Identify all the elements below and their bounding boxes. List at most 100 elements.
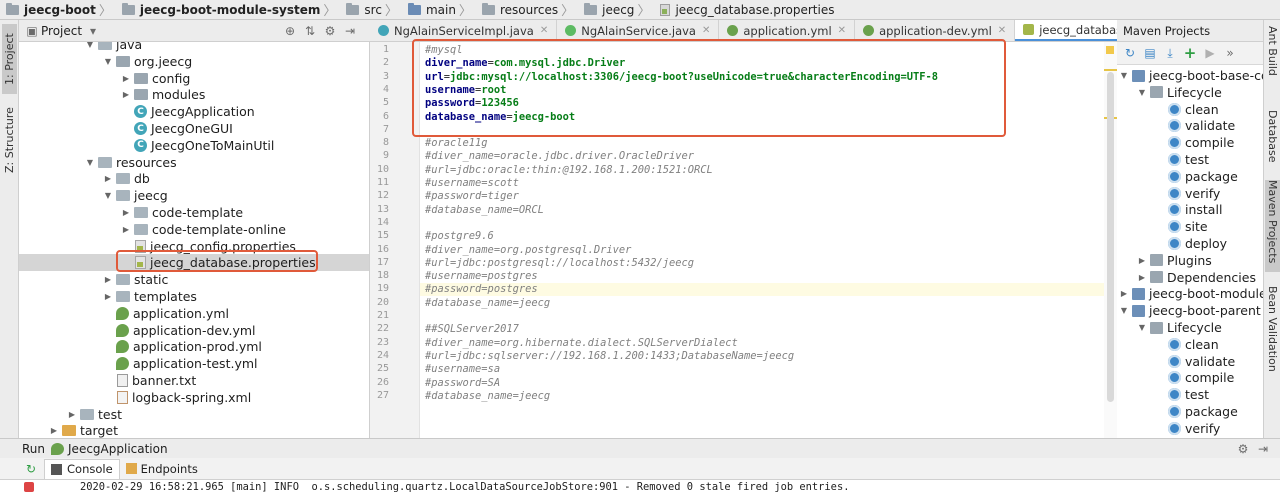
structure-tool-tab[interactable]: Z: Structure <box>2 100 17 180</box>
tree-item[interactable]: ▶ test <box>19 406 369 423</box>
maven-goal[interactable]: install <box>1117 201 1263 218</box>
tree-item[interactable]: ▼ org.jeecg <box>19 53 369 70</box>
maven-goal[interactable]: deploy <box>1117 235 1263 252</box>
project-tool-tab[interactable]: 1: Project <box>2 24 17 94</box>
generate-sources-icon[interactable]: ▤ <box>1143 46 1157 60</box>
close-icon[interactable]: ✕ <box>540 25 548 36</box>
close-icon[interactable]: ✕ <box>998 25 1006 36</box>
expanded-arrow-icon[interactable]: ▼ <box>85 158 95 167</box>
expanded-arrow-icon[interactable]: ▼ <box>1137 88 1147 97</box>
editor-tab[interactable]: NgAlainService.java ✕ <box>557 20 720 41</box>
collapsed-arrow-icon[interactable]: ▶ <box>49 426 59 435</box>
stop-icon[interactable] <box>24 482 34 492</box>
chevron-down-icon[interactable]: ▾ <box>86 24 100 38</box>
tree-item[interactable]: application-dev.yml <box>19 322 369 339</box>
maven-tree-item[interactable]: ▶ Dependencies <box>1117 269 1263 286</box>
refresh-icon[interactable]: ↻ <box>1123 46 1137 60</box>
breadcrumb-item[interactable]: jeecg-boot 〉 <box>0 0 116 19</box>
expanded-arrow-icon[interactable]: ▼ <box>1119 306 1129 315</box>
run-config-name[interactable]: JeecgApplication <box>68 442 168 456</box>
tab-endpoints[interactable]: Endpoints <box>120 459 204 479</box>
maven-goal[interactable]: validate <box>1117 353 1263 370</box>
maven-goal[interactable]: clean <box>1117 336 1263 353</box>
breadcrumb-item[interactable]: jeecg-boot-module-system 〉 <box>116 0 340 19</box>
tree-item[interactable]: ▶ modules <box>19 86 369 103</box>
breadcrumb-item[interactable]: jeecg 〉 <box>578 0 654 19</box>
tree-item[interactable]: C JeecgOneToMainUtil <box>19 137 369 154</box>
ant-build-tool-tab[interactable]: Ant Build <box>1265 26 1280 88</box>
collapse-all-icon[interactable]: ⇅ <box>303 24 317 38</box>
gear-icon[interactable]: ⚙ <box>323 24 337 38</box>
maven-goal[interactable]: site <box>1117 218 1263 235</box>
maven-tree-item[interactable]: ▶ jeecg-boot-module- <box>1117 285 1263 302</box>
maven-tree-item[interactable]: ▼ jeecg-boot-parent ( <box>1117 302 1263 319</box>
tree-item[interactable]: logback-spring.xml <box>19 389 369 406</box>
editor-tab[interactable]: jeecg_database.properties✕ <box>1015 20 1117 41</box>
collapsed-arrow-icon[interactable]: ▶ <box>103 275 113 284</box>
maven-goal[interactable]: compile <box>1117 134 1263 151</box>
add-icon[interactable]: + <box>1183 44 1197 62</box>
collapsed-arrow-icon[interactable]: ▶ <box>121 90 131 99</box>
breadcrumb-item[interactable]: resources 〉 <box>476 0 578 19</box>
breadcrumb-item[interactable]: jeecg_database.properties <box>654 0 838 19</box>
editor-tab[interactable]: application.yml ✕ <box>719 20 856 41</box>
tab-console[interactable]: Console <box>44 458 120 479</box>
expanded-arrow-icon[interactable]: ▼ <box>103 57 113 66</box>
console-output[interactable]: 2020-02-29 16:58:21.965 [main] INFO o.s.… <box>0 480 1280 494</box>
tree-item[interactable]: C JeecgOneGUI <box>19 120 369 137</box>
rerun-icon[interactable]: ↻ <box>24 462 38 476</box>
run-icon[interactable]: ▶ <box>1203 46 1217 60</box>
breadcrumb-item[interactable]: src 〉 <box>340 0 402 19</box>
collapsed-arrow-icon[interactable]: ▶ <box>121 74 131 83</box>
gear-icon[interactable]: ⚙ <box>1236 442 1250 456</box>
editor-scrollbar[interactable] <box>1104 42 1117 438</box>
maven-tree-item[interactable]: ▼ Lifecycle <box>1117 84 1263 101</box>
maven-goal[interactable]: package <box>1117 403 1263 420</box>
tree-item[interactable]: application-test.yml <box>19 355 369 372</box>
tree-item[interactable]: ▶ static <box>19 271 369 288</box>
download-icon[interactable]: ⤓ <box>1163 46 1177 60</box>
tree-item[interactable]: ▶ db <box>19 170 369 187</box>
expanded-arrow-icon[interactable]: ▼ <box>1137 323 1147 332</box>
breadcrumb-item[interactable]: main 〉 <box>402 0 476 19</box>
maven-tool-tab[interactable]: Maven Projects <box>1265 180 1280 272</box>
tree-item[interactable]: ▶ code-template <box>19 204 369 221</box>
maven-goal[interactable]: clean <box>1117 101 1263 118</box>
hide-icon[interactable]: ⇥ <box>1256 442 1270 456</box>
tree-item[interactable]: ▼ resources <box>19 154 369 171</box>
close-icon[interactable]: ✕ <box>838 25 846 36</box>
maven-tree-item[interactable]: ▶ Plugins <box>1117 252 1263 269</box>
collapsed-arrow-icon[interactable]: ▶ <box>1137 256 1147 265</box>
tree-item[interactable]: banner.txt <box>19 372 369 389</box>
more-icon[interactable]: » <box>1223 46 1237 60</box>
expanded-arrow-icon[interactable]: ▼ <box>85 42 95 49</box>
maven-goal[interactable]: verify <box>1117 420 1263 437</box>
tree-item[interactable]: application-prod.yml <box>19 338 369 355</box>
maven-tree-item[interactable]: ▼ Lifecycle <box>1117 319 1263 336</box>
editor-tab[interactable]: NgAlainServiceImpl.java ✕ <box>370 20 558 41</box>
maven-goal[interactable]: validate <box>1117 117 1263 134</box>
bean-validation-tool-tab[interactable]: Bean Validation <box>1265 286 1280 386</box>
target-icon[interactable]: ⊕ <box>283 24 297 38</box>
maven-tree-item[interactable]: ▼ jeecg-boot-base-co <box>1117 67 1263 84</box>
tree-item[interactable]: ▶ templates <box>19 288 369 305</box>
collapsed-arrow-icon[interactable]: ▶ <box>1119 289 1129 298</box>
tree-item[interactable]: ▶ target <box>19 422 369 438</box>
tree-item[interactable]: ▶ code-template-online <box>19 221 369 238</box>
hide-icon[interactable]: ⇥ <box>343 24 357 38</box>
collapsed-arrow-icon[interactable]: ▶ <box>103 174 113 183</box>
expanded-arrow-icon[interactable]: ▼ <box>103 191 113 200</box>
collapsed-arrow-icon[interactable]: ▶ <box>103 292 113 301</box>
expanded-arrow-icon[interactable]: ▼ <box>1119 71 1129 80</box>
maven-goal[interactable]: compile <box>1117 369 1263 386</box>
maven-goal[interactable]: test <box>1117 151 1263 168</box>
tree-item[interactable]: application.yml <box>19 305 369 322</box>
close-icon[interactable]: ✕ <box>702 25 710 36</box>
editor-tab[interactable]: application-dev.yml ✕ <box>855 20 1016 41</box>
collapsed-arrow-icon[interactable]: ▶ <box>121 208 131 217</box>
maven-goal[interactable]: package <box>1117 168 1263 185</box>
maven-goal[interactable]: test <box>1117 386 1263 403</box>
tree-item[interactable]: ▶ config <box>19 70 369 87</box>
tree-item[interactable]: C JeecgApplication <box>19 103 369 120</box>
database-tool-tab[interactable]: Database <box>1265 110 1280 170</box>
